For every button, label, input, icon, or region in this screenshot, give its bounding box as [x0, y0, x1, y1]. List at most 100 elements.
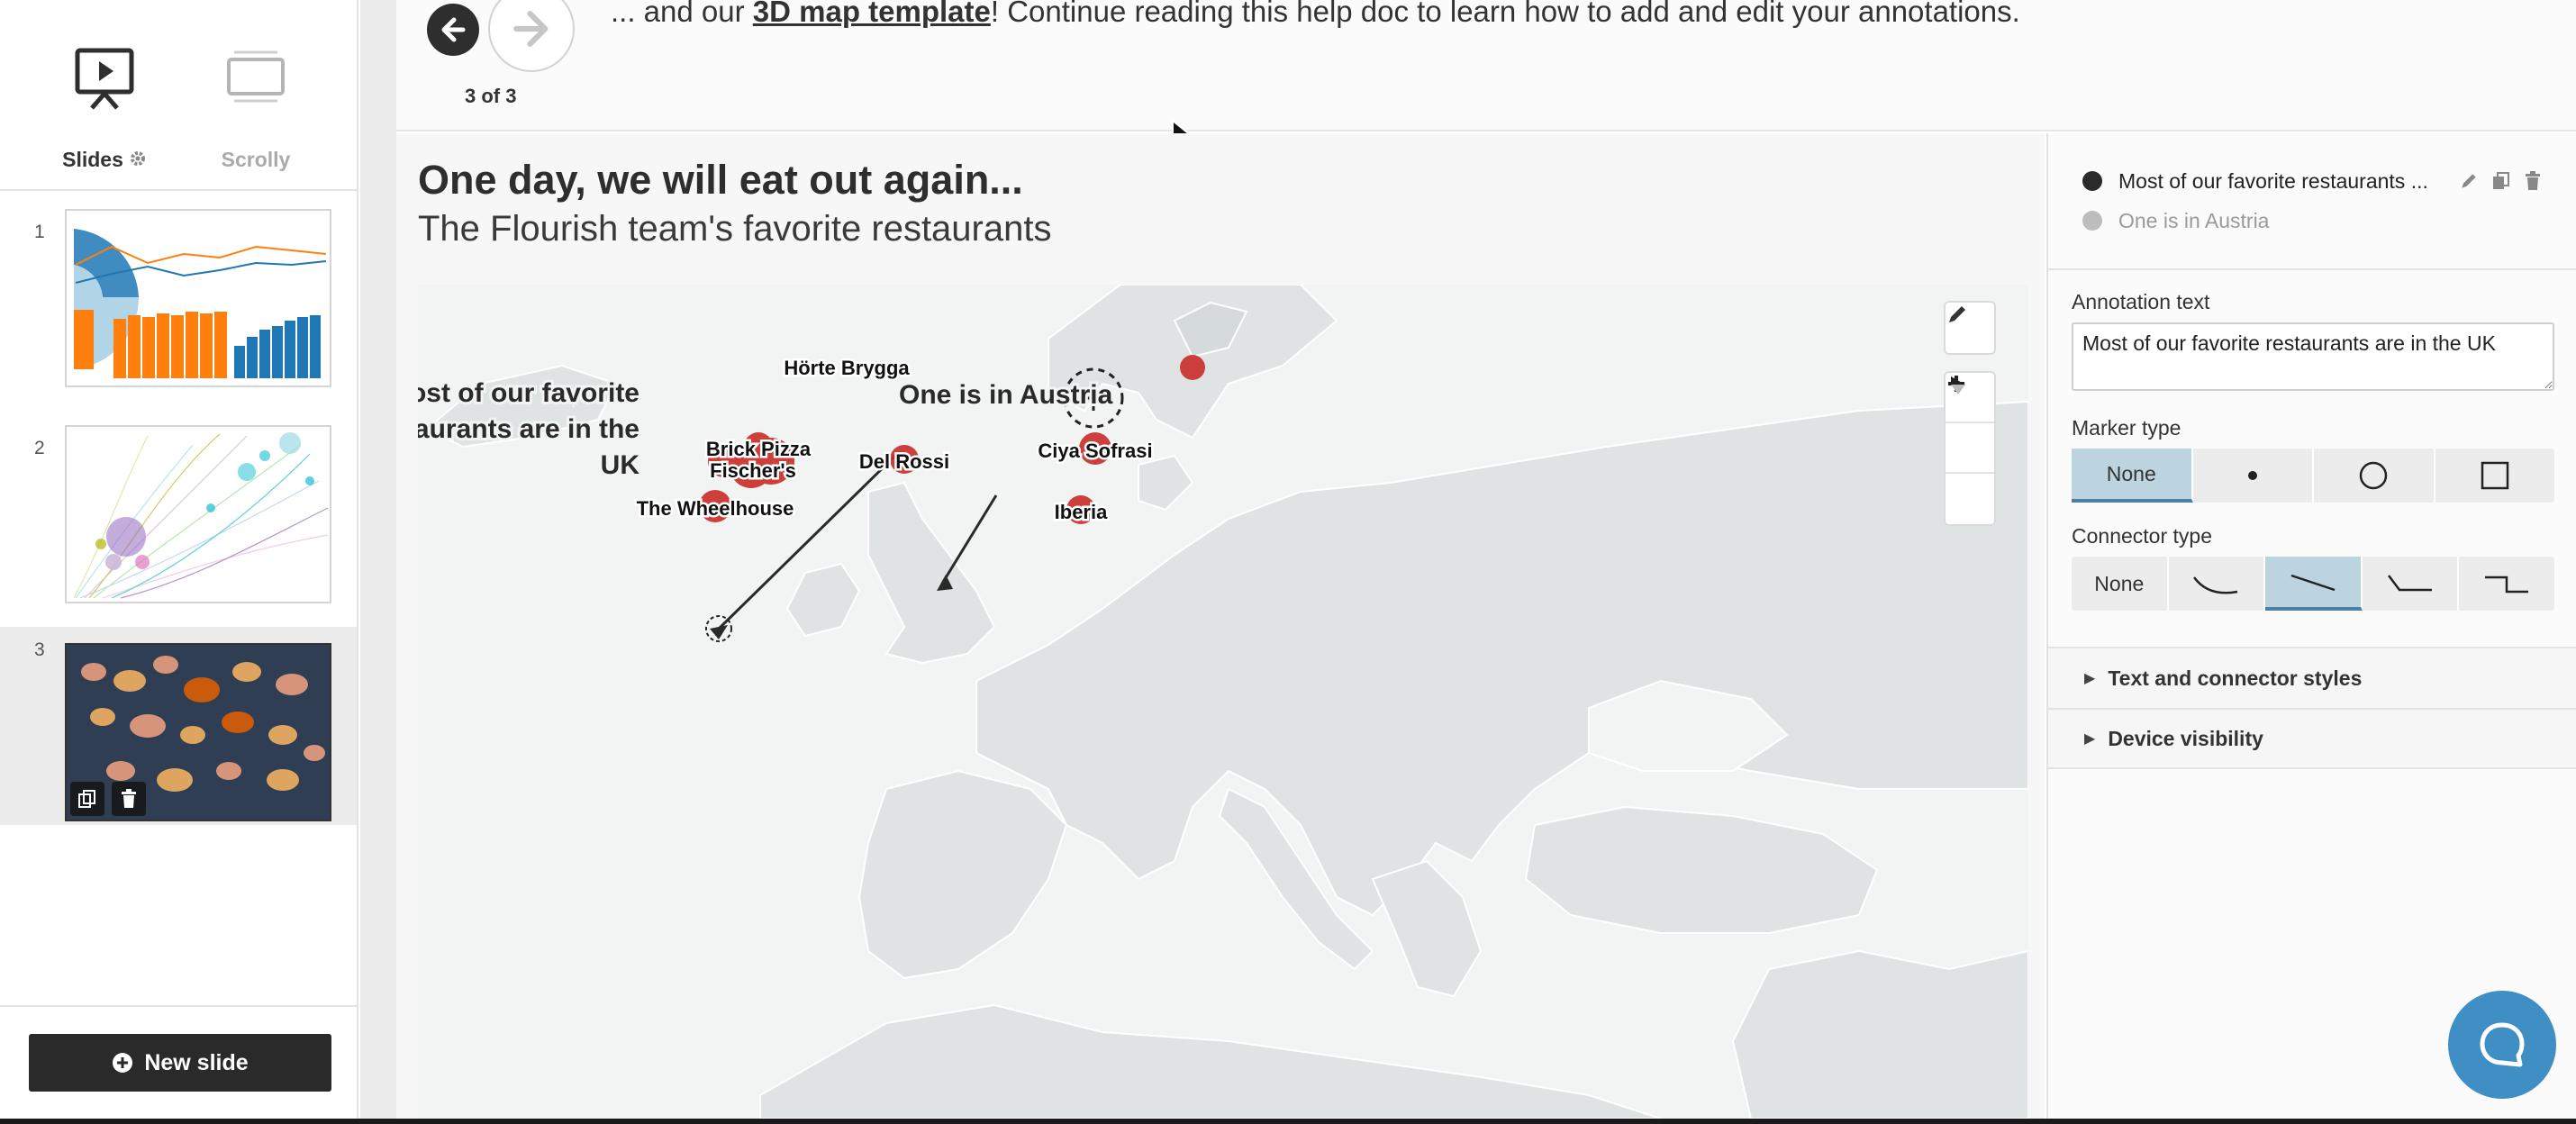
connector-option-straight[interactable] [2265, 557, 2363, 611]
slide-number: 2 [34, 438, 45, 458]
edit-annotation-button[interactable] [1946, 303, 1994, 353]
annotation-settings-panel: Most of our favorite restaurants ... One… [2046, 133, 2576, 1119]
mode-tabs: Slides Scrolly [0, 0, 357, 191]
device-visibility-section[interactable]: ▶ Device visibility [2048, 708, 2576, 769]
curve-connector-icon [2193, 576, 2238, 594]
slide-number: 1 [34, 222, 45, 242]
zoom-out-button[interactable] [1946, 382, 1994, 474]
delete-slide-button[interactable] [112, 782, 146, 816]
marker-type-label: Marker type [2072, 416, 2181, 440]
active-dot-icon [2082, 171, 2102, 191]
pencil-icon [1949, 306, 1965, 322]
marker-option-dot[interactable] [2193, 449, 2314, 503]
new-slide-label: New slide [144, 1049, 249, 1075]
circle-icon [2360, 461, 2388, 490]
marker-label-ciya-sofrasi: Ciya Sofrasi [1038, 440, 1152, 462]
tab-slides[interactable]: Slides [41, 45, 168, 173]
caret-right-icon: ▶ [2084, 671, 2096, 686]
sidebar-footer: New slide [0, 1005, 357, 1119]
duplicate-slide-button[interactable] [70, 782, 104, 816]
viz-subtitle[interactable]: The Flourish team's favorite restaurants [418, 209, 1051, 249]
annotation-actions [2459, 171, 2542, 195]
section-title: Device visibility [2108, 726, 2263, 750]
marker-label-fischers: Fischer's [710, 459, 796, 482]
slides-sidebar: Slides Scrolly 1 2 3 New slide [0, 0, 358, 1119]
marker-option-circle[interactable] [2314, 449, 2435, 503]
trash-icon [122, 789, 136, 808]
plus-circle-icon [113, 1053, 133, 1073]
tab-slides-label: Slides [62, 148, 123, 171]
edit-icon[interactable] [2459, 171, 2479, 195]
slide-counter: 3 of 3 [465, 85, 517, 107]
text-connector-styles-section[interactable]: ▶ Text and connector styles [2048, 647, 2576, 708]
annotation-list-item-label: One is in Austria [2118, 208, 2270, 232]
map-svg: Hörte Brygga Brick Pizza Fischer's The W… [418, 285, 2028, 1119]
step-connector-icon [2485, 576, 2529, 594]
new-slide-button[interactable]: New slide [29, 1034, 331, 1092]
gutter [360, 0, 396, 1119]
marker-option-none[interactable]: None [2072, 449, 2193, 503]
europe-map[interactable]: Hörte Brygga Brick Pizza Fischer's The W… [418, 285, 2028, 1119]
connector-option-step[interactable] [2459, 557, 2554, 611]
slide-thumbnail[interactable] [65, 209, 331, 387]
marker-type-selector: None [2072, 449, 2554, 503]
caption-suffix: ! Continue reading this help doc to lear… [990, 0, 2020, 28]
map-template-link[interactable]: 3D map template [753, 0, 991, 28]
slide-number: 3 [34, 639, 45, 660]
connector-type-selector: None [2072, 557, 2554, 611]
presentation-icon [41, 45, 168, 112]
slide-item[interactable]: 1 [0, 209, 357, 407]
copy-icon [78, 790, 95, 808]
delete-icon[interactable] [2524, 171, 2542, 195]
reset-view-button[interactable] [1946, 376, 1994, 524]
marker-label-iberia: Iberia [1055, 501, 1108, 523]
duplicate-icon[interactable] [2491, 171, 2511, 195]
annotation-list: Most of our favorite restaurants ... One… [2048, 133, 2576, 270]
annotation-list-item[interactable]: One is in Austria [2082, 207, 2269, 234]
connector-option-curve[interactable] [2169, 557, 2266, 611]
viz-title[interactable]: One day, we will eat out again... [418, 157, 1023, 204]
connector-type-label: Connector type [2072, 524, 2212, 548]
annotation-list-item-active[interactable]: Most of our favorite restaurants ... [2082, 168, 2428, 195]
next-slide-button[interactable] [488, 0, 575, 72]
marker-label-the-wheelhouse: The Wheelhouse [637, 497, 794, 520]
annotation-list-item-label: Most of our favorite restaurants ... [2118, 168, 2428, 193]
annotation-uk-line2: restaurants are in the [418, 414, 639, 444]
tab-scrolly[interactable]: Scrolly [193, 45, 319, 172]
connector-option-elbow[interactable] [2363, 557, 2460, 611]
scrolly-icon [193, 45, 319, 112]
edit-annotations-control [1944, 301, 1996, 355]
compass-icon [1951, 376, 1965, 394]
slide-thumbnail[interactable] [65, 425, 331, 603]
section-title: Text and connector styles [2108, 666, 2363, 690]
annotation-uk-line1: Most of our favorite [418, 378, 639, 408]
marker-label-brick-pizza: Brick Pizza [706, 438, 812, 460]
caret-right-icon: ▶ [2084, 731, 2096, 747]
gear-icon[interactable] [129, 149, 147, 173]
window-bottom-edge [0, 1119, 2576, 1124]
slide-item-active[interactable]: 3 [0, 627, 357, 825]
annotation-text-input[interactable]: Most of our favorite restaurants are in … [2072, 322, 2554, 391]
previous-slide-button[interactable] [427, 4, 479, 56]
annotation-austria: One is in Austria [899, 380, 1113, 410]
arrow-left-icon [441, 17, 466, 42]
chat-help-button[interactable] [2448, 991, 2556, 1099]
slide-caption-header: 3 of 3 ... and our 3D map template! Cont… [396, 0, 2576, 150]
visualization-canvas: One day, we will eat out again... The Fl… [396, 133, 2045, 1119]
connector-option-none[interactable]: None [2072, 557, 2169, 611]
dot-icon [2247, 471, 2257, 480]
arrow-right-icon [513, 11, 549, 47]
marker-option-square[interactable] [2435, 449, 2555, 503]
marker-label-del-rossi: Del Rossi [859, 450, 949, 473]
slide-item[interactable]: 2 [0, 425, 357, 623]
chat-bubble-icon [2480, 1022, 2525, 1067]
marker-label-horte-brygga: Hörte Brygga [784, 357, 910, 379]
annotation-text-label: Annotation text [2072, 290, 2210, 313]
tab-scrolly-label: Scrolly [221, 148, 291, 171]
caption-prefix: ... and our [611, 0, 753, 28]
elbow-connector-icon [2387, 575, 2432, 592]
slide-caption-text: ... and our 3D map template! Continue re… [611, 0, 2020, 29]
straight-connector-icon [2290, 574, 2336, 592]
square-icon [2481, 461, 2508, 490]
slide-thumbnail[interactable] [65, 643, 331, 821]
